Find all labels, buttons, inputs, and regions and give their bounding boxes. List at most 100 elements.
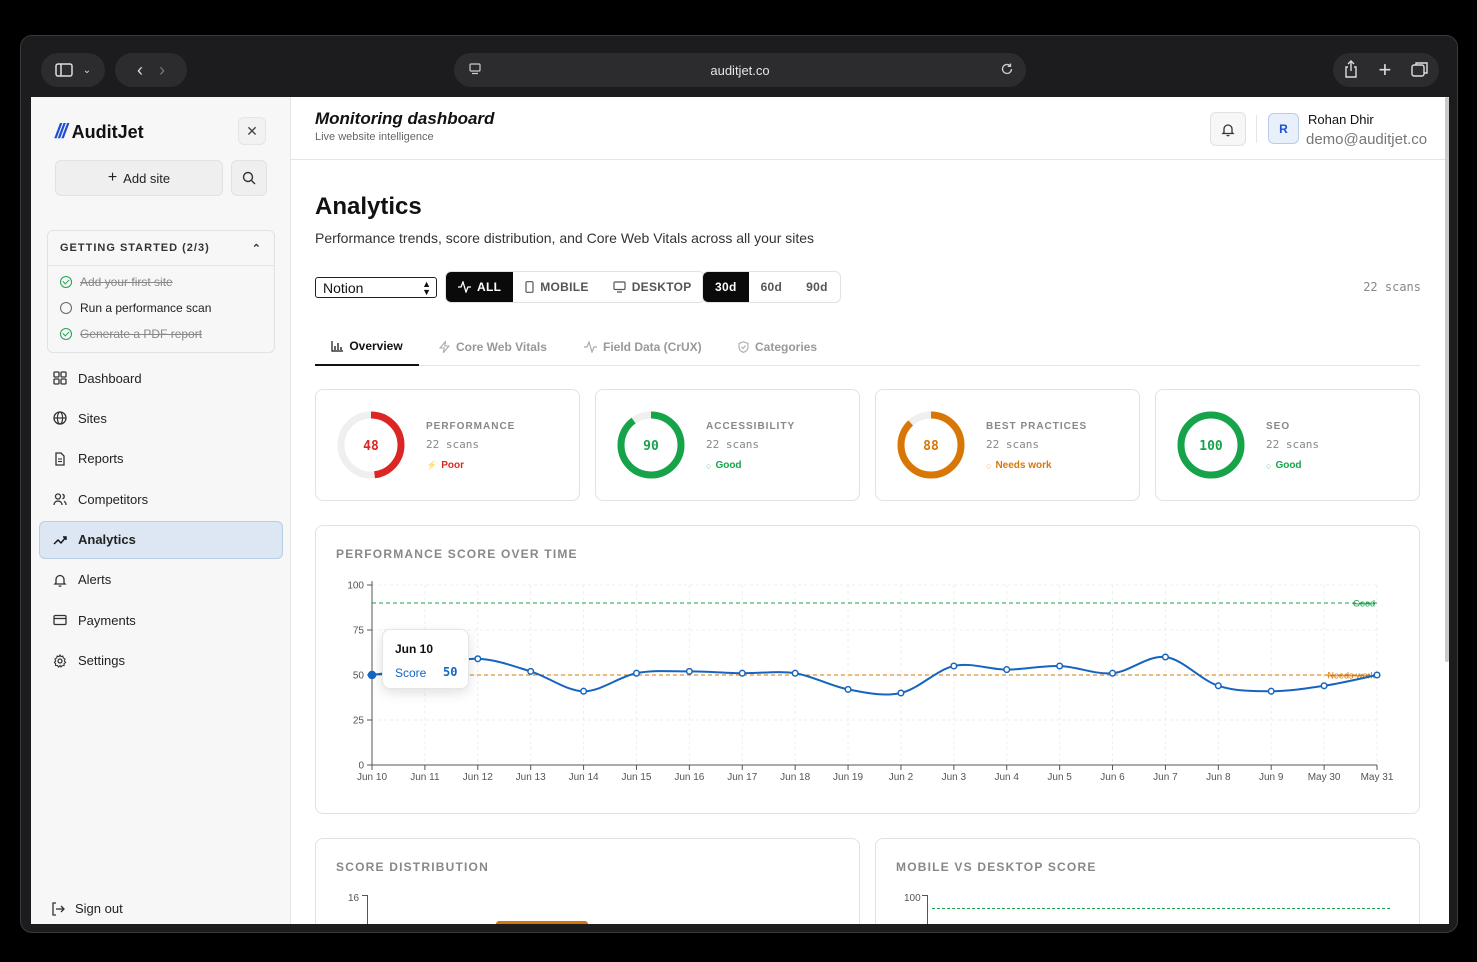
x-tick-label: Jun 2 [889, 772, 914, 783]
globe-icon [53, 411, 67, 426]
site-select-value: Notion [323, 279, 364, 296]
history-nav: ‹ › [115, 53, 187, 87]
score-card-performance[interactable]: 48 PERFORMANCE 22 scans ⚡ Poor [315, 389, 580, 501]
browser-actions: + [1333, 53, 1439, 87]
sidebar-item-sites[interactable]: Sites [39, 399, 283, 437]
add-site-label: Add site [123, 170, 171, 186]
checklist-item[interactable]: Run a performance scan [48, 295, 274, 321]
score-status: ⚡ Poor [426, 460, 464, 471]
y-tick-label: 100 [347, 581, 364, 592]
sidebar-item-dashboard[interactable]: Dashboard [39, 359, 283, 397]
score-scans: 22 scans [426, 438, 479, 451]
score-card-best-practices[interactable]: 88 BEST PRACTICES 22 scans ○ Needs work [875, 389, 1140, 501]
score-value: 48 [363, 439, 379, 454]
tab-field-data[interactable]: Field Data (CrUX) [584, 328, 702, 366]
sidebar-item-alerts[interactable]: Alerts [39, 561, 283, 599]
avatar[interactable]: R [1268, 113, 1299, 144]
score-scans: 22 scans [1266, 438, 1319, 451]
tab-overview[interactable]: Overview [315, 328, 419, 366]
score-distribution-card: SCORE DISTRIBUTION 16 [315, 838, 860, 924]
sidebar-item-label: Reports [78, 451, 124, 467]
logo-icon: /// [55, 121, 68, 143]
data-point [367, 670, 377, 680]
x-tick-label: Jun 13 [516, 772, 546, 783]
tab-core-web-vitals[interactable]: Core Web Vitals [439, 328, 547, 366]
new-tab-icon[interactable]: + [1379, 59, 1392, 81]
score-label: PERFORMANCE [426, 421, 516, 432]
range-option-label: 90d [806, 280, 828, 294]
data-point [844, 685, 852, 693]
checklist-item[interactable]: Generate a PDF report [48, 321, 274, 347]
data-point [1214, 682, 1222, 690]
sidebar-item-label: Analytics [78, 532, 136, 548]
checklist-item-label: Add your first site [80, 275, 173, 289]
share-icon[interactable] [1343, 59, 1359, 81]
score-value: 100 [1199, 439, 1223, 454]
logout-icon [52, 901, 65, 916]
device-segmented-control: ALL MOBILE DESKTOP [445, 271, 705, 303]
address-bar[interactable]: auditjet.co [454, 53, 1026, 87]
y-tick-label: 50 [353, 671, 365, 682]
sidebar-toggle-button[interactable]: ⌄ [41, 53, 105, 87]
sidebar-item-label: Alerts [78, 572, 112, 588]
sidebar: /// AuditJet ✕ + Add site GETTING STARTE… [31, 97, 291, 924]
data-point [474, 655, 482, 663]
back-icon[interactable]: ‹ [137, 60, 143, 81]
x-tick-label: Jun 16 [674, 772, 704, 783]
device-option-all[interactable]: ALL [446, 272, 514, 302]
chart-tooltip: Jun 10 Score 50 [382, 629, 469, 689]
data-point [632, 669, 641, 677]
tab-categories[interactable]: Categories [738, 328, 817, 366]
data-point [791, 669, 799, 677]
sidebar-item-analytics[interactable]: Analytics [39, 520, 283, 559]
score-ring: 100 [1177, 411, 1245, 479]
chart-title: MOBILE VS DESKTOP SCORE [896, 860, 1097, 874]
sidebar-item-reports[interactable]: Reports [39, 440, 283, 478]
grid-icon [53, 371, 67, 385]
sidebar-item-payments[interactable]: Payments [39, 601, 283, 639]
tabs-overview-icon[interactable] [1411, 61, 1429, 80]
device-option-desktop[interactable]: DESKTOP [601, 272, 704, 302]
status-icon: ○ [706, 460, 712, 471]
y-axis-tick [362, 895, 367, 896]
x-tick-label: Jun 11 [410, 772, 440, 783]
sidebar-item-settings[interactable]: Settings [39, 642, 283, 680]
reload-icon[interactable] [1000, 62, 1014, 79]
device-option-label: ALL [477, 280, 502, 294]
add-site-button[interactable]: + Add site [55, 160, 223, 196]
device-option-mobile[interactable]: MOBILE [513, 272, 600, 302]
select-arrows-icon: ▲ ▼ [422, 278, 431, 297]
data-point [738, 669, 746, 677]
device-option-label: MOBILE [540, 280, 589, 294]
score-label: BEST PRACTICES [986, 421, 1088, 432]
range-option-30d[interactable]: 30d [703, 272, 749, 302]
range-option-90d[interactable]: 90d [794, 272, 840, 302]
range-option-60d[interactable]: 60d [749, 272, 795, 302]
browser-titlebar: ⌄ ‹ › auditjet.co + [21, 36, 1457, 97]
activity-icon [458, 281, 471, 293]
close-sidebar-button[interactable]: ✕ [238, 117, 266, 145]
site-select[interactable]: Notion ▲ ▼ [315, 277, 437, 298]
brand-logo[interactable]: /// AuditJet [55, 121, 144, 144]
x-tick-label: May 30 [1308, 772, 1341, 783]
forward-icon[interactable]: › [159, 60, 165, 81]
tooltip-value: 50 [443, 665, 458, 679]
notifications-button[interactable] [1210, 112, 1246, 146]
score-card-accessibility[interactable]: 90 ACCESSIBILITY 22 scans ○ Good [595, 389, 860, 501]
card-icon [53, 615, 67, 626]
page-menu-icon[interactable] [468, 62, 482, 79]
getting-started-header[interactable]: GETTING STARTED (2/3) ⌃ [48, 231, 274, 266]
search-button[interactable] [231, 160, 267, 196]
sign-out-button[interactable]: Sign out [51, 901, 123, 916]
data-point [1108, 669, 1117, 677]
status-label: Good [715, 460, 742, 471]
page-scrollbar[interactable] [1445, 97, 1449, 662]
distribution-bar [496, 921, 588, 924]
score-label: ACCESSIBILITY [706, 421, 796, 432]
x-tick-label: Jun 7 [1153, 772, 1178, 783]
sidebar-item-competitors[interactable]: Competitors [39, 480, 283, 518]
score-card-seo[interactable]: 100 SEO 22 scans ○ Good [1155, 389, 1420, 501]
trend-icon [53, 535, 67, 545]
checklist-item[interactable]: Add your first site [48, 269, 274, 295]
data-point [1056, 662, 1064, 670]
